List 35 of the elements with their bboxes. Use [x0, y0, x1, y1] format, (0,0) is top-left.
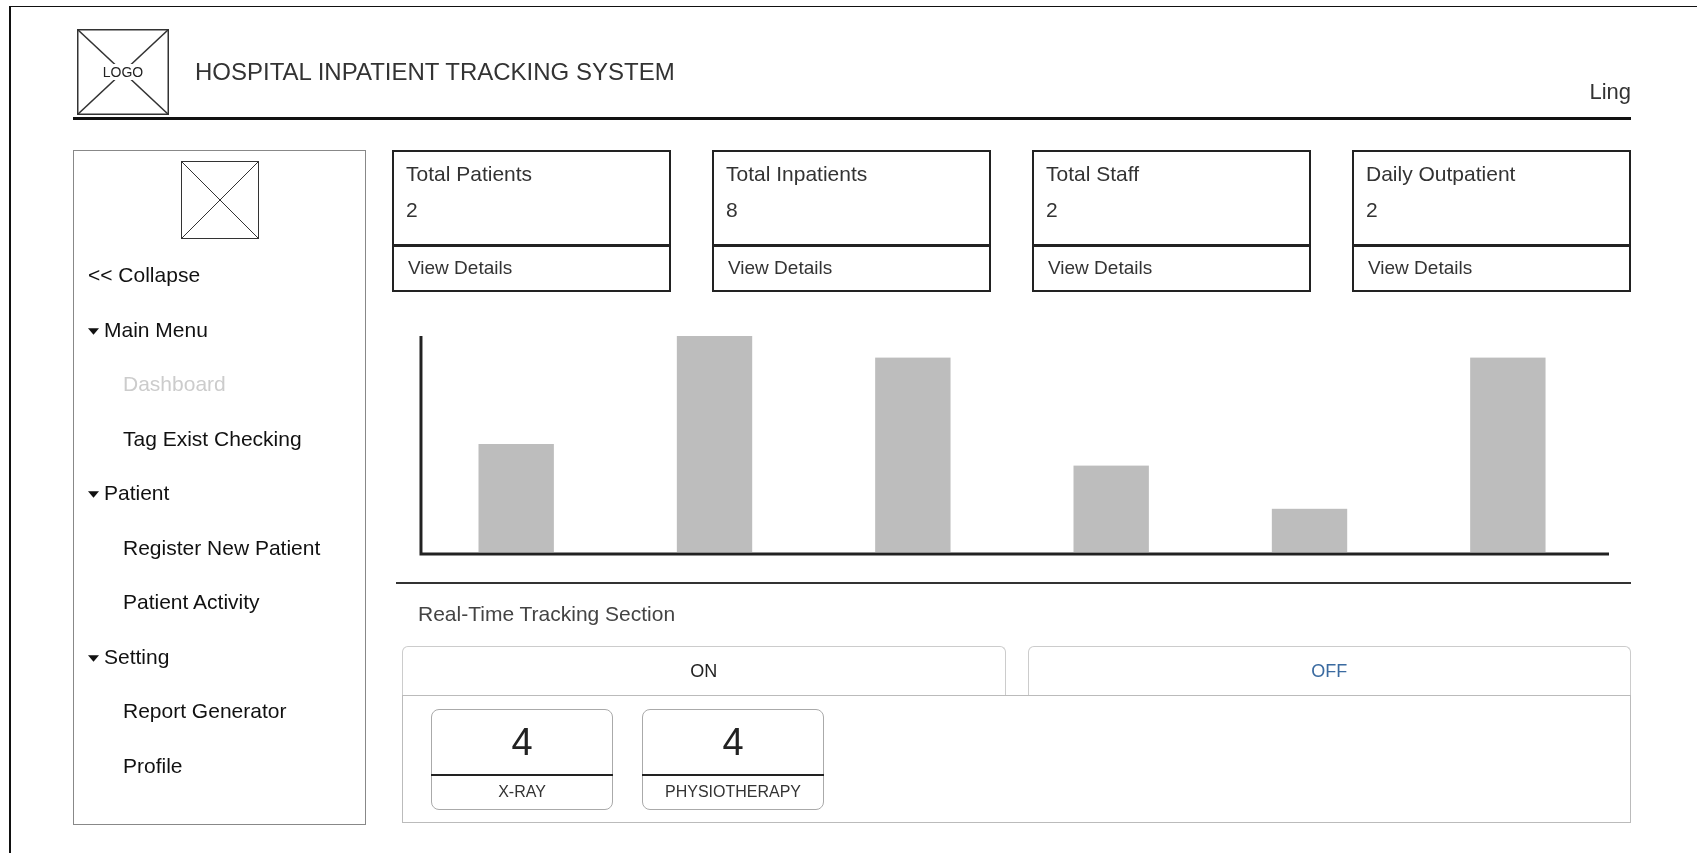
sidebar-item[interactable]: Report Generator — [88, 699, 287, 754]
counter-label: X-RAY — [497, 782, 547, 801]
sidebar-item[interactable]: Profile — [88, 753, 183, 808]
sidebar-item[interactable]: Tag Exist Checking — [88, 426, 302, 481]
stat-title: Total Staff — [1045, 161, 1139, 186]
caret-down-icon — [88, 654, 99, 662]
stat-value: 2 — [1045, 197, 1058, 223]
counter-value: 4 — [431, 710, 613, 776]
collapse-link[interactable]: << Collapse — [88, 263, 201, 318]
stat-title: Daily Outpatient — [1365, 161, 1516, 186]
view-details-link[interactable]: View Details — [394, 244, 669, 290]
user-name[interactable]: Ling — [1589, 79, 1631, 105]
tab[interactable]: OFF — [1027, 646, 1631, 695]
stat-value: 2 — [1365, 197, 1378, 223]
stat-title: Total Patients — [405, 161, 533, 186]
section-title: Real-Time Tracking Section — [418, 602, 676, 626]
tab[interactable]: ON — [402, 646, 1006, 695]
caret-down-icon — [88, 491, 99, 498]
caret-down-icon — [88, 327, 99, 335]
view-details-link[interactable]: View Details — [714, 244, 989, 290]
app-title: HOSPITAL INPATIENT TRACKING SYSTEM — [195, 58, 676, 86]
stat-title: Total Inpatients — [725, 161, 868, 186]
counter-value: 4 — [642, 710, 824, 776]
sidebar-item[interactable]: Patient Activity — [88, 590, 260, 645]
stat-value: 8 — [725, 197, 738, 223]
menu-group[interactable]: Main Menu — [88, 317, 208, 372]
view-details-link[interactable]: View Details — [1034, 244, 1309, 290]
counter-label: PHYSIOTHERAPY — [664, 782, 802, 801]
view-details-link[interactable]: View Details — [1354, 244, 1629, 290]
menu-group[interactable]: Patient — [88, 481, 170, 536]
stat-value: 2 — [405, 197, 418, 223]
logo-text: LOGO — [100, 64, 146, 80]
sidebar-item[interactable]: Register New Patient — [88, 535, 321, 590]
image-placeholder-icon — [180, 161, 259, 239]
menu-group[interactable]: Setting — [88, 644, 170, 699]
